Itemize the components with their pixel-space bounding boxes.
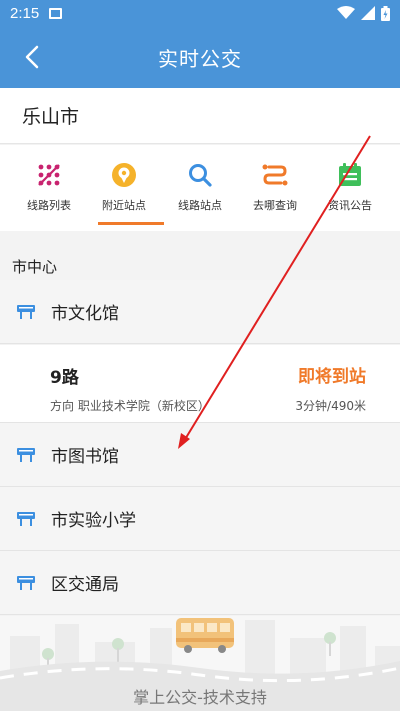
page-title: 实时公交 xyxy=(158,46,242,71)
tab-destination-query[interactable]: 去哪查询 xyxy=(237,145,313,231)
city-selector[interactable]: 乐山市 xyxy=(0,88,400,144)
route-card[interactable]: 9路 方向 职业技术学院（新校区） 即将到站 3分钟/490米 xyxy=(0,345,400,423)
tab-label: 线路站点 xyxy=(178,199,222,212)
route-list-icon xyxy=(35,161,63,189)
area-section-title: 市中心 xyxy=(12,258,58,276)
tab-news-notices[interactable]: 资讯公告 xyxy=(312,145,388,231)
footer-credit: 掌上公交-技术支持 xyxy=(133,688,267,707)
wifi-icon xyxy=(337,6,355,19)
bus-stop-sign-icon xyxy=(17,576,35,590)
tab-label: 资讯公告 xyxy=(328,199,372,212)
route-direction: 方向 职业技术学院（新校区） xyxy=(50,399,210,413)
route-name: 9路 xyxy=(50,368,79,388)
battery-icon xyxy=(381,5,390,21)
back-arrow-icon[interactable] xyxy=(18,42,48,72)
bus-graphic xyxy=(176,618,234,653)
stop-name: 市实验小学 xyxy=(51,511,136,531)
active-tab-indicator xyxy=(98,222,164,225)
destination-route-icon xyxy=(261,161,289,189)
stop-row[interactable]: 市图书馆 xyxy=(0,423,400,487)
arrival-status: 即将到站 xyxy=(298,367,366,387)
nearby-location-icon xyxy=(110,161,138,189)
stop-name: 市图书馆 xyxy=(51,447,119,467)
stop-row[interactable]: 市文化馆 xyxy=(0,280,400,344)
tab-label: 附近站点 xyxy=(102,199,146,212)
search-icon xyxy=(186,161,214,189)
tab-nearby-stops[interactable]: 附近站点 xyxy=(86,145,164,231)
signal-icon xyxy=(361,6,375,20)
gallery-notification-icon xyxy=(49,7,63,19)
bus-stop-sign-icon xyxy=(17,512,35,526)
tab-label: 去哪查询 xyxy=(253,199,297,212)
stop-name: 区交通局 xyxy=(51,575,119,595)
bus-stop-sign-icon xyxy=(17,305,35,319)
status-bar: 2:15 xyxy=(0,0,400,26)
stop-name: 市文化馆 xyxy=(51,304,119,324)
tab-route-list[interactable]: 线路列表 xyxy=(11,145,87,231)
tab-route-stops[interactable]: 线路站点 xyxy=(162,145,238,231)
tab-label: 线路列表 xyxy=(27,199,71,212)
stop-row[interactable]: 市实验小学 xyxy=(0,487,400,551)
stop-row[interactable]: 区交通局 xyxy=(0,551,400,615)
arrival-distance: 3分钟/490米 xyxy=(295,399,366,413)
app-bar: 实时公交 xyxy=(0,26,400,88)
status-time: 2:15 xyxy=(10,4,40,22)
function-tabs: 线路列表 附近站点 线路站点 去哪查询 资讯公告 xyxy=(0,145,400,231)
news-calendar-icon xyxy=(336,161,364,189)
city-name: 乐山市 xyxy=(22,106,80,128)
bus-stop-sign-icon xyxy=(17,448,35,462)
